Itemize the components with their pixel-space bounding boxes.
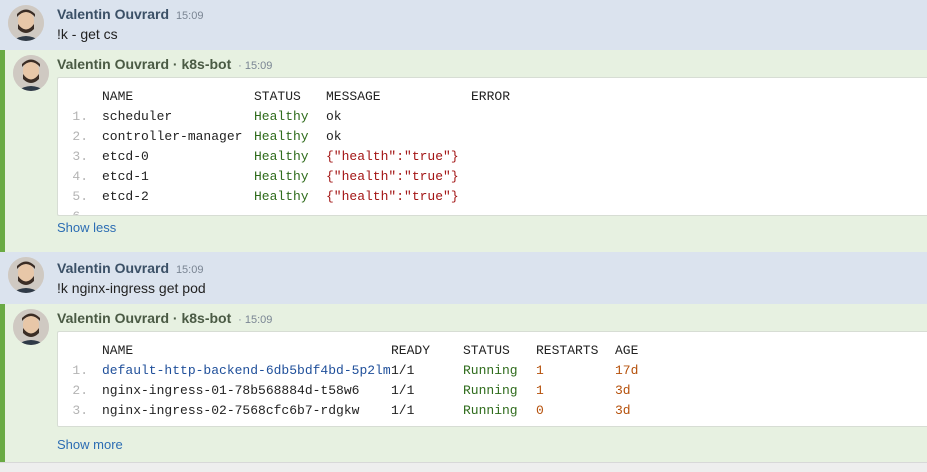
timestamp: 15:09 bbox=[175, 264, 204, 276]
avatar[interactable] bbox=[8, 257, 44, 293]
cell-age: 3d bbox=[615, 383, 631, 398]
message-header: Valentin Ouvrard 15:09 bbox=[57, 6, 203, 22]
code-block: 1. NAME STATUS MESSAGE ERROR 2. schedule… bbox=[57, 77, 927, 216]
avatar-portrait-icon bbox=[13, 309, 49, 345]
cell-status: Healthy bbox=[254, 149, 309, 164]
cell-name: etcd-1 bbox=[102, 169, 149, 184]
cell-name: default-http-backend-6db5bdf4bd-5p2lm bbox=[102, 363, 391, 378]
message-text: !k - get cs bbox=[57, 26, 118, 42]
cell-message: ok bbox=[326, 109, 342, 124]
code-line: 4. etcd-0 Healthy {"health":"true"} bbox=[58, 147, 458, 184]
cell-message: ok bbox=[326, 129, 342, 144]
show-less-link[interactable]: Show less bbox=[57, 220, 116, 235]
cell-message: {"health":"true"} bbox=[326, 189, 459, 204]
cell-name: controller-manager bbox=[102, 129, 243, 144]
avatar-portrait-icon bbox=[13, 55, 49, 91]
sender-name[interactable]: Valentin Ouvrard bbox=[57, 260, 169, 276]
cell-status: Healthy bbox=[254, 129, 309, 144]
code-block: 1. NAME READY STATUS RESTARTS AGE 2. def… bbox=[57, 331, 927, 427]
message-header: Valentin Ouvrard · k8s-bot · 15:09 bbox=[57, 56, 272, 72]
timestamp: 15:09 bbox=[175, 10, 204, 22]
sender-name[interactable]: Valentin Ouvrard bbox=[57, 6, 169, 22]
column-header: READY bbox=[391, 343, 431, 358]
message-user-2: Valentin Ouvrard 15:09 !k nginx-ingress … bbox=[0, 252, 927, 304]
code-line: 6. etcd-2 Healthy {"health":"true"} bbox=[58, 187, 458, 215]
show-more-link[interactable]: Show more bbox=[57, 437, 123, 452]
cell-restarts: 1 bbox=[536, 383, 544, 398]
avatar[interactable] bbox=[13, 309, 49, 345]
avatar-portrait-icon bbox=[8, 5, 44, 41]
cell-status: Healthy bbox=[254, 109, 309, 124]
line-number: 6. bbox=[58, 207, 88, 215]
message-header: Valentin Ouvrard · k8s-bot · 15:09 bbox=[57, 310, 272, 326]
avatar-portrait-icon bbox=[8, 257, 44, 293]
cell-age: 17d bbox=[615, 363, 639, 378]
cell-ready: 1/1 bbox=[391, 383, 415, 398]
cell-restarts: 1 bbox=[536, 363, 544, 378]
cell-message: {"health":"true"} bbox=[326, 149, 459, 164]
column-header: NAME bbox=[102, 89, 134, 104]
cell-status: Healthy bbox=[254, 169, 309, 184]
message-bot-1: Valentin Ouvrard · k8s-bot · 15:09 1. NA… bbox=[0, 50, 927, 252]
cell-name: etcd-2 bbox=[102, 189, 149, 204]
sender-name[interactable]: Valentin Ouvrard · k8s-bot bbox=[57, 56, 231, 72]
column-header: RESTARTS bbox=[536, 343, 599, 358]
avatar[interactable] bbox=[13, 55, 49, 91]
cell-name: scheduler bbox=[102, 109, 173, 124]
column-header: MESSAGE bbox=[326, 89, 381, 104]
cell-status: Running bbox=[463, 383, 518, 398]
truncation-fade bbox=[58, 414, 927, 426]
avatar[interactable] bbox=[8, 5, 44, 41]
column-header: STATUS bbox=[254, 89, 301, 104]
message-bot-2: Valentin Ouvrard · k8s-bot · 15:09 1. NA… bbox=[0, 304, 927, 462]
timestamp: · 15:09 bbox=[238, 60, 273, 72]
message-header: Valentin Ouvrard 15:09 bbox=[57, 260, 203, 276]
message-user-1: Valentin Ouvrard 15:09 !k - get cs bbox=[0, 0, 927, 50]
code-line: 5. etcd-1 Healthy {"health":"true"} bbox=[58, 167, 458, 204]
code-line: 1. NAME READY STATUS RESTARTS AGE bbox=[58, 341, 638, 378]
cell-message: {"health":"true"} bbox=[326, 169, 459, 184]
footer-divider bbox=[0, 462, 927, 472]
cell-name: nginx-ingress-01-78b568884d-t58w6 bbox=[102, 383, 360, 398]
code-line: 3. controller-manager Healthy ok bbox=[58, 127, 341, 164]
cell-status: Healthy bbox=[254, 189, 309, 204]
code-line: 1. NAME STATUS MESSAGE ERROR bbox=[58, 87, 510, 124]
cell-name: etcd-0 bbox=[102, 149, 149, 164]
column-header: AGE bbox=[615, 343, 639, 358]
sender-name[interactable]: Valentin Ouvrard · k8s-bot bbox=[57, 310, 231, 326]
column-header: NAME bbox=[102, 343, 134, 358]
column-header: ERROR bbox=[471, 89, 511, 104]
timestamp: · 15:09 bbox=[238, 314, 273, 326]
code-line: 3. nginx-ingress-01-78b568884d-t58w6 1/1… bbox=[58, 381, 630, 418]
cell-ready: 1/1 bbox=[391, 363, 415, 378]
column-header: STATUS bbox=[463, 343, 510, 358]
code-line: 2. scheduler Healthy ok bbox=[58, 107, 341, 144]
code-line: 2. default-http-backend-6db5bdf4bd-5p2lm… bbox=[58, 361, 638, 398]
message-text: !k nginx-ingress get pod bbox=[57, 280, 206, 296]
cell-status: Running bbox=[463, 363, 518, 378]
